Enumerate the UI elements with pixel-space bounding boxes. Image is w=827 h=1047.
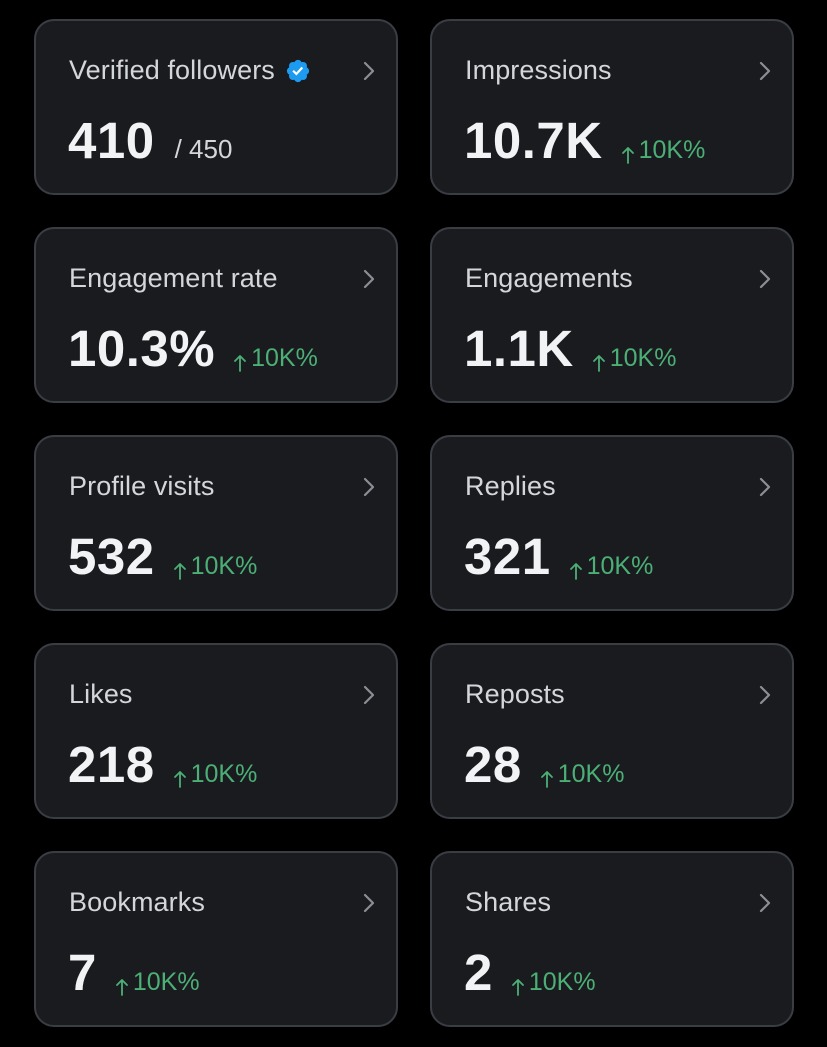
arrow-up-icon	[569, 562, 582, 580]
metric-value-row: 7 10K%	[68, 943, 200, 1002]
metric-label: Engagement rate	[69, 263, 278, 293]
metric-change: 10K%	[569, 552, 654, 581]
metric-label-row: Verified followers	[69, 55, 311, 86]
metric-label: Verified followers	[69, 55, 275, 85]
chevron-right-icon	[759, 61, 771, 81]
metric-change-value: 10K%	[557, 760, 625, 788]
metric-card-shares[interactable]: Shares 2 10K%	[430, 851, 794, 1027]
metric-card-profile-visits[interactable]: Profile visits 532 10K%	[34, 435, 398, 611]
arrow-up-icon	[511, 978, 524, 996]
chevron-right-icon	[759, 893, 771, 913]
chevron-right-icon	[759, 685, 771, 705]
metric-value-row: 10.3% 10K%	[68, 319, 318, 378]
metric-value: 321	[464, 528, 551, 585]
metric-label: Reposts	[465, 679, 565, 709]
arrow-up-icon	[621, 146, 634, 164]
metric-label-row: Impressions	[465, 55, 612, 86]
chevron-right-icon	[363, 477, 375, 497]
metric-card-likes[interactable]: Likes 218 10K%	[34, 643, 398, 819]
metric-change: 10K%	[511, 968, 596, 997]
chevron-right-icon	[363, 269, 375, 289]
metric-value: 532	[68, 528, 155, 585]
metric-label-row: Profile visits	[69, 471, 214, 502]
metric-value: 10.3%	[68, 320, 216, 377]
metric-label: Shares	[465, 887, 552, 917]
metric-change-value: 10K%	[528, 968, 596, 996]
metric-change-value: 10K%	[638, 136, 706, 164]
metric-change: 10K%	[233, 344, 318, 373]
metric-change: 10K%	[115, 968, 200, 997]
metric-value-row: 10.7K 10K%	[464, 111, 705, 170]
arrow-up-icon	[592, 354, 605, 372]
metric-value: 28	[464, 736, 522, 793]
chevron-right-icon	[759, 477, 771, 497]
metric-change-value: 10K%	[251, 344, 318, 372]
metrics-grid: Verified followers 410 / 450 Impressions…	[34, 19, 794, 1027]
metric-card-replies[interactable]: Replies 321 10K%	[430, 435, 794, 611]
metric-value-row: 28 10K%	[464, 735, 624, 794]
metric-change: 10K%	[173, 552, 258, 581]
metric-change-value: 10K%	[190, 552, 258, 580]
metric-card-verified-followers[interactable]: Verified followers 410 / 450	[34, 19, 398, 195]
arrow-up-icon	[234, 354, 247, 372]
metric-value-row: 410 / 450	[68, 111, 232, 170]
metric-label-row: Likes	[69, 679, 133, 710]
metric-label: Profile visits	[69, 471, 215, 501]
metric-value-row: 218 10K%	[68, 735, 257, 794]
metric-change: 10K%	[592, 344, 677, 373]
metric-label-row: Replies	[465, 471, 556, 502]
arrow-up-icon	[173, 770, 186, 788]
metric-value-row: 321 10K%	[464, 527, 653, 586]
metric-label-row: Reposts	[465, 679, 565, 710]
metric-label: Engagements	[465, 263, 633, 293]
metric-label: Bookmarks	[69, 887, 205, 917]
metric-value: 7	[68, 944, 97, 1001]
metric-value: 410	[68, 112, 155, 169]
metric-card-bookmarks[interactable]: Bookmarks 7 10K%	[34, 851, 398, 1027]
chevron-right-icon	[363, 685, 375, 705]
metric-label-row: Bookmarks	[69, 887, 205, 918]
metric-card-impressions[interactable]: Impressions 10.7K 10K%	[430, 19, 794, 195]
arrow-up-icon	[540, 770, 553, 788]
metric-label: Impressions	[465, 55, 612, 85]
metric-label: Replies	[465, 471, 556, 501]
arrow-up-icon	[173, 562, 186, 580]
metric-label: Likes	[69, 679, 133, 709]
verified-badge-icon	[286, 59, 310, 83]
metric-change: 10K%	[621, 136, 706, 165]
metric-change-value: 10K%	[132, 968, 200, 996]
metric-change: 10K%	[540, 760, 625, 789]
metric-change-value: 10K%	[609, 344, 677, 372]
metric-value: 218	[68, 736, 155, 793]
metric-change-value: 10K%	[190, 760, 258, 788]
metric-change-value: 10K%	[586, 552, 654, 580]
metric-card-engagements[interactable]: Engagements 1.1K 10K%	[430, 227, 794, 403]
metric-change: 10K%	[173, 760, 258, 789]
metric-value: 2	[464, 944, 493, 1001]
metric-value-row: 2 10K%	[464, 943, 596, 1002]
chevron-right-icon	[759, 269, 771, 289]
metric-value: 1.1K	[464, 320, 574, 377]
metric-value-row: 1.1K 10K%	[464, 319, 676, 378]
chevron-right-icon	[363, 61, 375, 81]
metric-total: / 450	[174, 134, 233, 164]
metric-value: 10.7K	[464, 112, 603, 169]
metric-card-reposts[interactable]: Reposts 28 10K%	[430, 643, 794, 819]
metric-value-row: 532 10K%	[68, 527, 257, 586]
metric-label-row: Engagements	[465, 263, 633, 294]
metric-label-row: Shares	[465, 887, 551, 918]
metric-label-row: Engagement rate	[69, 263, 278, 294]
arrow-up-icon	[115, 978, 128, 996]
metric-card-engagement-rate[interactable]: Engagement rate 10.3% 10K%	[34, 227, 398, 403]
chevron-right-icon	[363, 893, 375, 913]
